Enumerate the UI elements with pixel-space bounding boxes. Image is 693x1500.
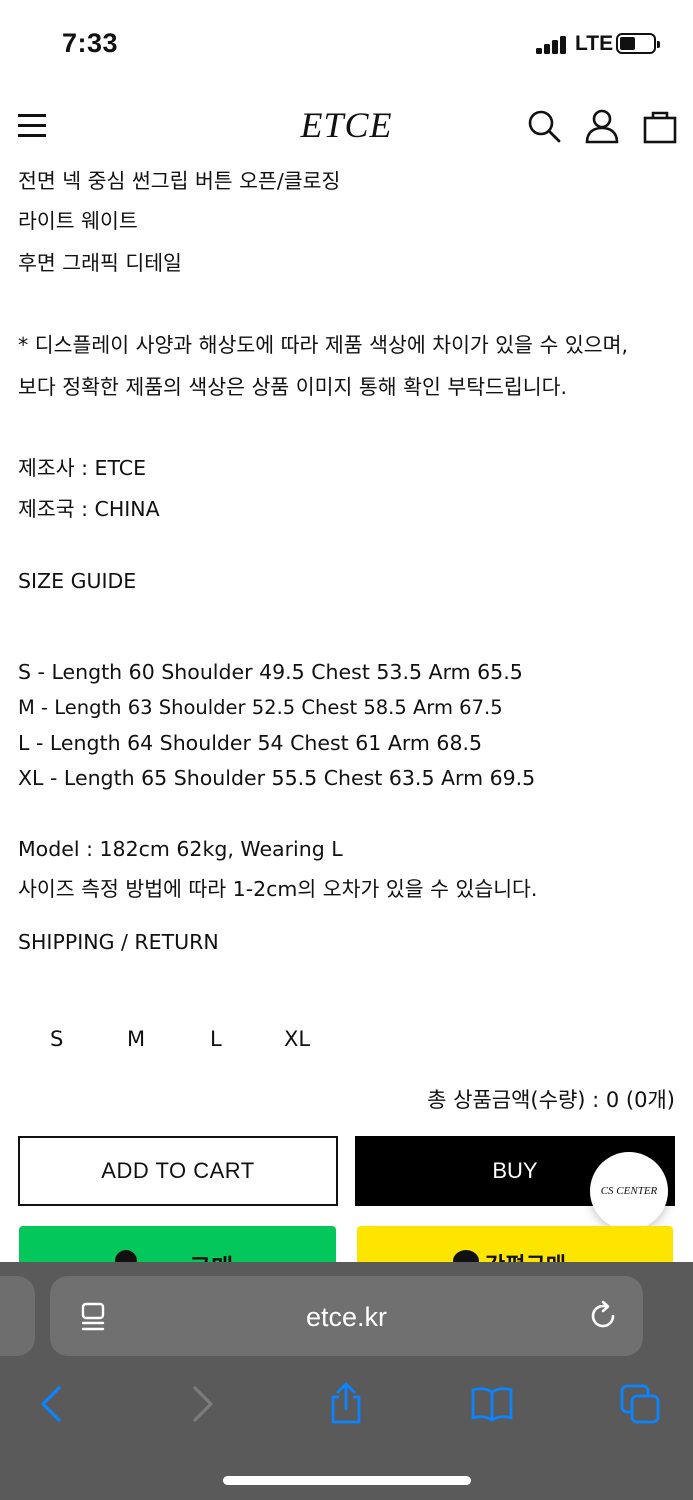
add-to-cart-button[interactable]: ADD TO CART bbox=[18, 1136, 338, 1206]
account-icon[interactable] bbox=[584, 108, 620, 144]
desc-line: 보다 정확한 제품의 색상은 상품 이미지 통해 확인 부탁드립니다. bbox=[18, 375, 568, 399]
status-bar: 7:33 LTE bbox=[0, 0, 693, 88]
size-guide-row: XL - Length 65 Shoulder 55.5 Chest 63.5 … bbox=[18, 766, 536, 790]
status-time: 7:33 bbox=[62, 28, 119, 58]
share-icon[interactable] bbox=[324, 1382, 368, 1426]
size-guide-row: S - Length 60 Shoulder 49.5 Chest 53.5 A… bbox=[18, 660, 523, 684]
country-of-origin: 제조국 : CHINA bbox=[18, 497, 160, 521]
back-icon[interactable] bbox=[30, 1382, 74, 1426]
network-label: LTE bbox=[575, 32, 614, 55]
shipping-return-heading: SHIPPING / RETURN bbox=[18, 930, 219, 954]
shopping-bag-icon[interactable] bbox=[642, 108, 678, 144]
size-option-xl[interactable]: XL bbox=[284, 1027, 310, 1051]
size-guide-heading: SIZE GUIDE bbox=[18, 569, 137, 593]
desc-line: * 디스플레이 사양과 해상도에 따라 제품 색상에 차이가 있을 수 있으며, bbox=[18, 333, 629, 357]
bookmarks-icon[interactable] bbox=[470, 1382, 514, 1426]
previous-tab-preview[interactable] bbox=[0, 1276, 35, 1356]
address-bar[interactable]: etce.kr bbox=[50, 1276, 643, 1356]
forward-icon[interactable] bbox=[180, 1382, 224, 1426]
manufacturer: 제조사 : ETCE bbox=[18, 456, 147, 480]
size-note: 사이즈 측정 방법에 따라 1-2cm의 오차가 있을 수 있습니다. bbox=[18, 877, 538, 901]
tabs-icon[interactable] bbox=[618, 1382, 662, 1426]
size-option-m[interactable]: M bbox=[127, 1027, 145, 1051]
signal-icon bbox=[536, 36, 568, 54]
model-info: Model : 182cm 62kg, Wearing L bbox=[18, 837, 343, 861]
size-option-s[interactable]: S bbox=[50, 1027, 63, 1051]
battery-icon bbox=[616, 33, 660, 54]
desc-line: 후면 그래픽 디테일 bbox=[18, 251, 182, 275]
browser-toolbar: etce.kr bbox=[0, 1262, 693, 1500]
size-guide-row: L - Length 64 Shoulder 54 Chest 61 Arm 6… bbox=[18, 731, 483, 755]
url-text: etce.kr bbox=[305, 1302, 388, 1332]
size-guide-row: M - Length 63 Shoulder 52.5 Chest 58.5 A… bbox=[18, 696, 503, 719]
search-icon[interactable] bbox=[526, 108, 562, 144]
site-header: ETCE bbox=[0, 96, 693, 156]
home-indicator bbox=[223, 1476, 471, 1485]
reload-icon[interactable] bbox=[588, 1300, 620, 1332]
desc-line: 라이트 웨이트 bbox=[18, 209, 138, 233]
total-price: 총 상품금액(수량) : 0 (0개) bbox=[427, 1088, 675, 1112]
desc-line: 전면 넥 중심 썬그립 버튼 오픈/클로징 bbox=[18, 169, 341, 193]
cs-center-button[interactable]: CS CENTER bbox=[590, 1152, 668, 1230]
size-option-l[interactable]: L bbox=[210, 1027, 222, 1051]
